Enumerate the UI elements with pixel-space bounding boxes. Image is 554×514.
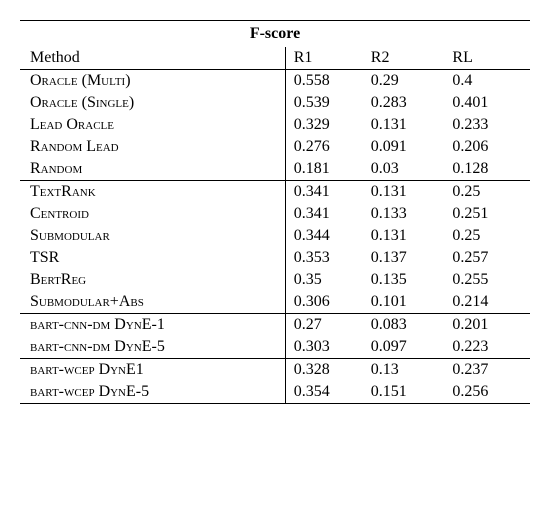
- value-cell-r2: 0.29: [367, 70, 449, 93]
- value-cell-r1: 0.329: [285, 114, 367, 136]
- value-cell-r2: 0.133: [367, 203, 449, 225]
- table-title: F-score: [20, 21, 530, 48]
- value-cell-r2: 0.131: [367, 181, 449, 204]
- value-cell-r2: 0.131: [367, 114, 449, 136]
- method-cell: bart-wcep DynE-5: [20, 381, 285, 404]
- table-row: Random Lead0.2760.0910.206: [20, 136, 530, 158]
- value-cell-rl: 0.4: [448, 70, 530, 93]
- value-cell-r1: 0.328: [285, 359, 367, 382]
- value-cell-r1: 0.35: [285, 269, 367, 291]
- value-cell-rl: 0.201: [448, 314, 530, 337]
- value-cell-r1: 0.558: [285, 70, 367, 93]
- value-cell-r1: 0.181: [285, 158, 367, 181]
- column-header-row: Method R1 R2 RL: [20, 47, 530, 70]
- value-cell-rl: 0.25: [448, 181, 530, 204]
- value-cell-r2: 0.135: [367, 269, 449, 291]
- col-header-r2: R2: [367, 47, 449, 70]
- table-row: bart-wcep DynE10.3280.130.237: [20, 359, 530, 382]
- value-cell-r1: 0.276: [285, 136, 367, 158]
- method-cell: bart-cnn-dm DynE-1: [20, 314, 285, 337]
- value-cell-r2: 0.283: [367, 92, 449, 114]
- method-cell: TextRank: [20, 181, 285, 204]
- table-row: TextRank0.3410.1310.25: [20, 181, 530, 204]
- value-cell-r1: 0.341: [285, 181, 367, 204]
- value-cell-r1: 0.306: [285, 291, 367, 314]
- table-row: BertReg0.350.1350.255: [20, 269, 530, 291]
- table-row: Lead Oracle0.3290.1310.233: [20, 114, 530, 136]
- method-cell: bart-wcep DynE1: [20, 359, 285, 382]
- value-cell-r2: 0.03: [367, 158, 449, 181]
- method-cell: TSR: [20, 247, 285, 269]
- value-cell-r2: 0.091: [367, 136, 449, 158]
- value-cell-r1: 0.341: [285, 203, 367, 225]
- value-cell-r2: 0.13: [367, 359, 449, 382]
- value-cell-rl: 0.251: [448, 203, 530, 225]
- method-cell: Random: [20, 158, 285, 181]
- value-cell-rl: 0.255: [448, 269, 530, 291]
- method-cell: Random Lead: [20, 136, 285, 158]
- value-cell-r2: 0.101: [367, 291, 449, 314]
- table-row: Oracle (Single)0.5390.2830.401: [20, 92, 530, 114]
- method-cell: bart-cnn-dm DynE-5: [20, 336, 285, 359]
- method-cell: Lead Oracle: [20, 114, 285, 136]
- table-row: bart-cnn-dm DynE-10.270.0830.201: [20, 314, 530, 337]
- method-cell: Submodular: [20, 225, 285, 247]
- value-cell-rl: 0.401: [448, 92, 530, 114]
- table-row: bart-wcep DynE-50.3540.1510.256: [20, 381, 530, 404]
- table-row: Random0.1810.030.128: [20, 158, 530, 181]
- table-row: Submodular0.3440.1310.25: [20, 225, 530, 247]
- method-cell: BertReg: [20, 269, 285, 291]
- value-cell-r1: 0.353: [285, 247, 367, 269]
- value-cell-rl: 0.214: [448, 291, 530, 314]
- results-table: F-score Method R1 R2 RL Oracle (Multi)0.…: [20, 20, 530, 404]
- method-cell: Submodular+Abs: [20, 291, 285, 314]
- table-row: Oracle (Multi)0.5580.290.4: [20, 70, 530, 93]
- value-cell-rl: 0.237: [448, 359, 530, 382]
- method-cell: Oracle (Single): [20, 92, 285, 114]
- value-cell-r1: 0.539: [285, 92, 367, 114]
- col-header-r1: R1: [285, 47, 367, 70]
- fscore-header-row: F-score: [20, 21, 530, 48]
- value-cell-r2: 0.131: [367, 225, 449, 247]
- value-cell-r2: 0.151: [367, 381, 449, 404]
- value-cell-r1: 0.27: [285, 314, 367, 337]
- col-header-method: Method: [20, 47, 285, 70]
- table-row: bart-cnn-dm DynE-50.3030.0970.223: [20, 336, 530, 359]
- value-cell-rl: 0.257: [448, 247, 530, 269]
- table-row: TSR0.3530.1370.257: [20, 247, 530, 269]
- table-row: Centroid0.3410.1330.251: [20, 203, 530, 225]
- value-cell-rl: 0.206: [448, 136, 530, 158]
- method-cell: Oracle (Multi): [20, 70, 285, 93]
- value-cell-rl: 0.256: [448, 381, 530, 404]
- value-cell-rl: 0.223: [448, 336, 530, 359]
- value-cell-r1: 0.354: [285, 381, 367, 404]
- value-cell-rl: 0.25: [448, 225, 530, 247]
- method-cell: Centroid: [20, 203, 285, 225]
- value-cell-rl: 0.233: [448, 114, 530, 136]
- value-cell-r1: 0.303: [285, 336, 367, 359]
- table-row: Submodular+Abs0.3060.1010.214: [20, 291, 530, 314]
- results-table-wrapper: F-score Method R1 R2 RL Oracle (Multi)0.…: [20, 20, 530, 404]
- value-cell-r1: 0.344: [285, 225, 367, 247]
- value-cell-rl: 0.128: [448, 158, 530, 181]
- value-cell-r2: 0.083: [367, 314, 449, 337]
- value-cell-r2: 0.097: [367, 336, 449, 359]
- col-header-rl: RL: [448, 47, 530, 70]
- value-cell-r2: 0.137: [367, 247, 449, 269]
